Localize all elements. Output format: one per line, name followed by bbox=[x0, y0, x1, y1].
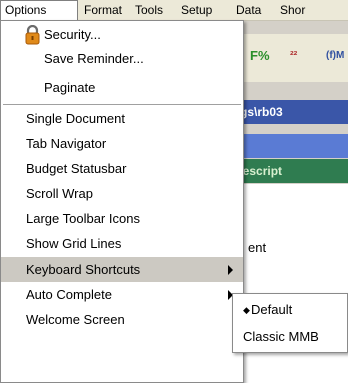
menu-format-label: Format bbox=[84, 3, 123, 17]
menu-setup[interactable]: Setup bbox=[181, 0, 212, 20]
menu-item-budget-statusbar[interactable]: Budget Statusbar bbox=[1, 156, 243, 181]
menu-item-auto-complete[interactable]: Auto Complete bbox=[1, 282, 243, 307]
menu-item-show-grid-lines-label: Show Grid Lines bbox=[26, 236, 122, 251]
menu-item-save-reminder-label: Save Reminder... bbox=[44, 51, 144, 66]
submenu-arrow-icon bbox=[228, 265, 233, 275]
content-text: ent bbox=[248, 240, 267, 255]
menu-item-single-document-label: Single Document bbox=[26, 111, 125, 126]
menu-item-tab-navigator-label: Tab Navigator bbox=[26, 136, 107, 151]
menu-item-auto-complete-label: Auto Complete bbox=[26, 287, 112, 302]
submenu-item-classic-mmb[interactable]: Classic MMB bbox=[233, 324, 347, 350]
menu-item-keyboard-shortcuts-label: Keyboard Shortcuts bbox=[26, 262, 141, 277]
menu-item-scroll-wrap-label: Scroll Wrap bbox=[26, 186, 93, 201]
menu-tools[interactable]: Tools bbox=[135, 0, 163, 20]
selected-bullet-icon: ◆ bbox=[243, 305, 250, 315]
menu-item-tab-navigator[interactable]: Tab Navigator bbox=[1, 131, 243, 156]
menu-options-label: Options bbox=[5, 3, 47, 17]
menu-data[interactable]: Data bbox=[236, 0, 261, 20]
menu-item-single-document[interactable]: Single Document bbox=[1, 106, 243, 131]
menu-shortcuts[interactable]: Shor bbox=[280, 0, 305, 20]
menu-item-security[interactable]: Security... bbox=[1, 22, 243, 47]
menu-item-scroll-wrap[interactable]: Scroll Wrap bbox=[1, 181, 243, 206]
menu-item-paginate-label: Paginate bbox=[44, 80, 96, 95]
menu-options[interactable]: Options bbox=[0, 0, 78, 20]
percent-format-icon[interactable]: F% bbox=[250, 44, 270, 68]
menu-data-label: Data bbox=[236, 3, 262, 17]
menu-item-paginate[interactable]: Paginate bbox=[1, 75, 243, 100]
submenu-item-classic-mmb-label: Classic MMB bbox=[243, 329, 319, 344]
menu-item-large-toolbar-icons[interactable]: Large Toolbar Icons bbox=[1, 206, 243, 231]
submenu-item-default-label: Default bbox=[251, 302, 293, 317]
keyboard-shortcuts-submenu: ◆ Default Classic MMB bbox=[232, 293, 348, 353]
menu-item-security-label: Security... bbox=[44, 27, 101, 42]
menu-format[interactable]: Format bbox=[84, 0, 122, 20]
menu-item-welcome-screen[interactable]: Welcome Screen bbox=[1, 307, 243, 332]
menu-item-save-reminder[interactable]: Save Reminder... bbox=[1, 46, 243, 71]
menu-item-keyboard-shortcuts[interactable]: Keyboard Shortcuts bbox=[1, 257, 243, 282]
submenu-item-default[interactable]: ◆ Default bbox=[233, 297, 347, 323]
menu-item-welcome-screen-label: Welcome Screen bbox=[26, 312, 125, 327]
function-icon[interactable]: (f)M bbox=[326, 44, 344, 68]
users-icon[interactable]: ²² bbox=[290, 44, 297, 68]
lock-icon bbox=[25, 25, 40, 45]
menu-item-large-toolbar-icons-label: Large Toolbar Icons bbox=[26, 211, 140, 226]
menu-shortcuts-label: Shor bbox=[280, 3, 306, 17]
menu-separator bbox=[3, 104, 241, 105]
menu-tools-label: Tools bbox=[135, 3, 164, 17]
menu-setup-label: Setup bbox=[181, 3, 213, 17]
options-dropdown-menu: Security... Save Reminder... Paginate Si… bbox=[0, 20, 244, 383]
menu-item-show-grid-lines[interactable]: Show Grid Lines bbox=[1, 231, 243, 256]
menu-bar: Options Format Tools Setup Data Shor bbox=[0, 0, 348, 21]
menu-item-budget-statusbar-label: Budget Statusbar bbox=[26, 161, 127, 176]
